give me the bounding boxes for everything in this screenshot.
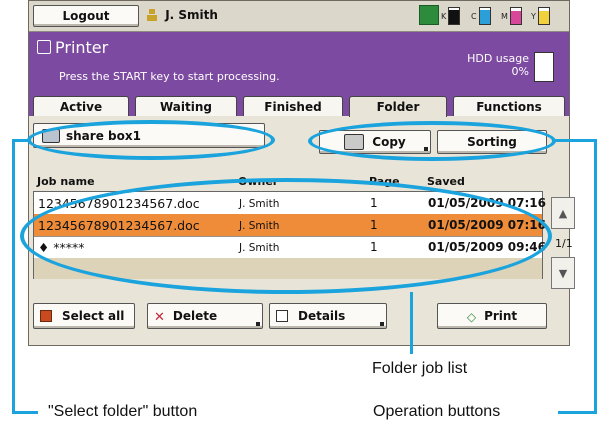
delete-button[interactable]: ✕ Delete <box>147 303 263 329</box>
toner-c-label: C <box>471 11 477 21</box>
callout-select-folder: "Select folder" button <box>48 403 198 420</box>
job-saved: 01/05/2009 07:16 <box>428 196 546 210</box>
toner-y-level <box>538 11 549 24</box>
page-indicator: 1/1 <box>555 237 573 250</box>
copy-label: Copy <box>372 135 406 149</box>
job-list-header: Job name Owner Page Saved <box>33 169 543 191</box>
select-all-label: Select all <box>62 309 125 323</box>
leader-line <box>12 139 15 414</box>
copy-icon <box>344 134 365 150</box>
leader-line <box>12 411 38 414</box>
status-message: Press the START key to start processing. <box>59 70 280 83</box>
leader-line <box>410 292 413 354</box>
folder-icon <box>42 128 60 143</box>
job-owner: J. Smith <box>239 220 280 232</box>
sorting-button[interactable]: Sorting <box>437 130 547 154</box>
details-button[interactable]: Details <box>269 303 387 329</box>
print-icon: ◇ <box>466 310 477 324</box>
tab-folder[interactable]: Folder <box>349 96 447 117</box>
header: Printer Press the START key to start pro… <box>29 32 569 94</box>
scroll-down-button[interactable]: ▼ <box>551 257 575 289</box>
tab-waiting[interactable]: Waiting <box>135 96 237 116</box>
submenu-indicator-icon <box>380 322 384 326</box>
job-pages: 1 <box>370 218 378 232</box>
tab-finished[interactable]: Finished <box>243 96 343 116</box>
table-row[interactable]: 12345678901234567.doc J. Smith 1 01/05/2… <box>34 192 546 215</box>
toner-y-label: Y <box>531 11 536 21</box>
page-title-text: Printer <box>55 38 109 57</box>
leader-line <box>558 411 597 414</box>
arrow-up-icon: ▲ <box>558 206 568 220</box>
job-saved: 01/05/2009 07:16 <box>428 218 546 232</box>
toner-k-level <box>449 9 460 24</box>
select-all-icon <box>40 310 52 322</box>
copy-button[interactable]: Copy <box>319 130 431 154</box>
table-row-selected[interactable]: 12345678901234567.doc J. Smith 1 01/05/2… <box>34 214 546 237</box>
toner-k-label: K <box>441 11 447 21</box>
toner-c-level <box>479 10 490 24</box>
arrow-down-icon: ▼ <box>558 266 568 280</box>
printer-icon <box>37 40 51 54</box>
user-name-text: J. Smith <box>165 8 218 22</box>
print-label: Print <box>484 309 518 323</box>
toner-k: K <box>441 7 461 25</box>
job-name-text: ***** <box>53 240 85 255</box>
column-job-name: Job name <box>37 175 95 188</box>
job-saved: 01/05/2009 09:46 <box>428 240 546 254</box>
job-name: ♦ ***** <box>38 240 84 255</box>
print-button[interactable]: ◇ Print <box>437 303 547 329</box>
details-icon <box>276 310 288 322</box>
tab-active[interactable]: Active <box>33 96 129 116</box>
page-title: Printer <box>37 38 108 57</box>
toner-m-label: M <box>501 11 508 21</box>
column-saved: Saved <box>427 175 465 188</box>
delete-icon: ✕ <box>154 310 165 325</box>
job-owner: J. Smith <box>239 242 280 254</box>
logout-button[interactable]: Logout <box>33 5 139 27</box>
details-label: Details <box>298 309 346 323</box>
toner-y: Y <box>531 7 550 25</box>
job-name: 12345678901234567.doc <box>38 196 200 211</box>
toner-c: C <box>471 7 491 25</box>
scroll-up-button[interactable]: ▲ <box>551 197 575 229</box>
tab-bar: Active Waiting Finished Folder Functions <box>29 94 569 117</box>
leader-line <box>555 139 597 142</box>
toner-icon <box>419 5 439 25</box>
top-bar: Logout J. Smith K C M Y <box>29 1 569 32</box>
user-icon <box>147 9 157 21</box>
column-pages: Page <box>369 175 400 188</box>
table-row[interactable]: ♦ ***** J. Smith 1 01/05/2009 09:46 <box>34 236 546 259</box>
lock-icon: ♦ <box>38 240 50 255</box>
folder-job-list: 12345678901234567.doc J. Smith 1 01/05/2… <box>33 191 546 279</box>
callout-operation-buttons: Operation buttons <box>373 403 501 420</box>
leader-line <box>594 139 597 414</box>
hdd-usage-label: HDD usage <box>467 52 529 65</box>
tab-functions[interactable]: Functions <box>453 96 565 116</box>
submenu-indicator-icon <box>424 147 428 151</box>
toner-m-level <box>510 11 521 24</box>
select-all-button[interactable]: Select all <box>33 303 135 329</box>
user-name: J. Smith <box>147 8 218 22</box>
hdd-usage-bar <box>534 52 554 82</box>
job-name: 12345678901234567.doc <box>38 218 200 233</box>
printer-panel: Logout J. Smith K C M Y Printer Press th… <box>28 0 575 346</box>
column-owner: Owner <box>238 175 279 188</box>
job-pages: 1 <box>370 240 378 254</box>
job-owner: J. Smith <box>239 198 280 210</box>
delete-label: Delete <box>172 309 218 323</box>
job-pages: 1 <box>370 196 378 210</box>
select-folder-button[interactable]: share box1 <box>33 123 265 148</box>
toner-m: M <box>501 7 522 25</box>
empty-row <box>34 258 542 279</box>
submenu-indicator-icon <box>256 322 260 326</box>
hdd-usage-value: 0% <box>511 65 529 78</box>
callout-folder-job-list: Folder job list <box>372 360 468 377</box>
select-folder-label: share box1 <box>66 128 141 143</box>
